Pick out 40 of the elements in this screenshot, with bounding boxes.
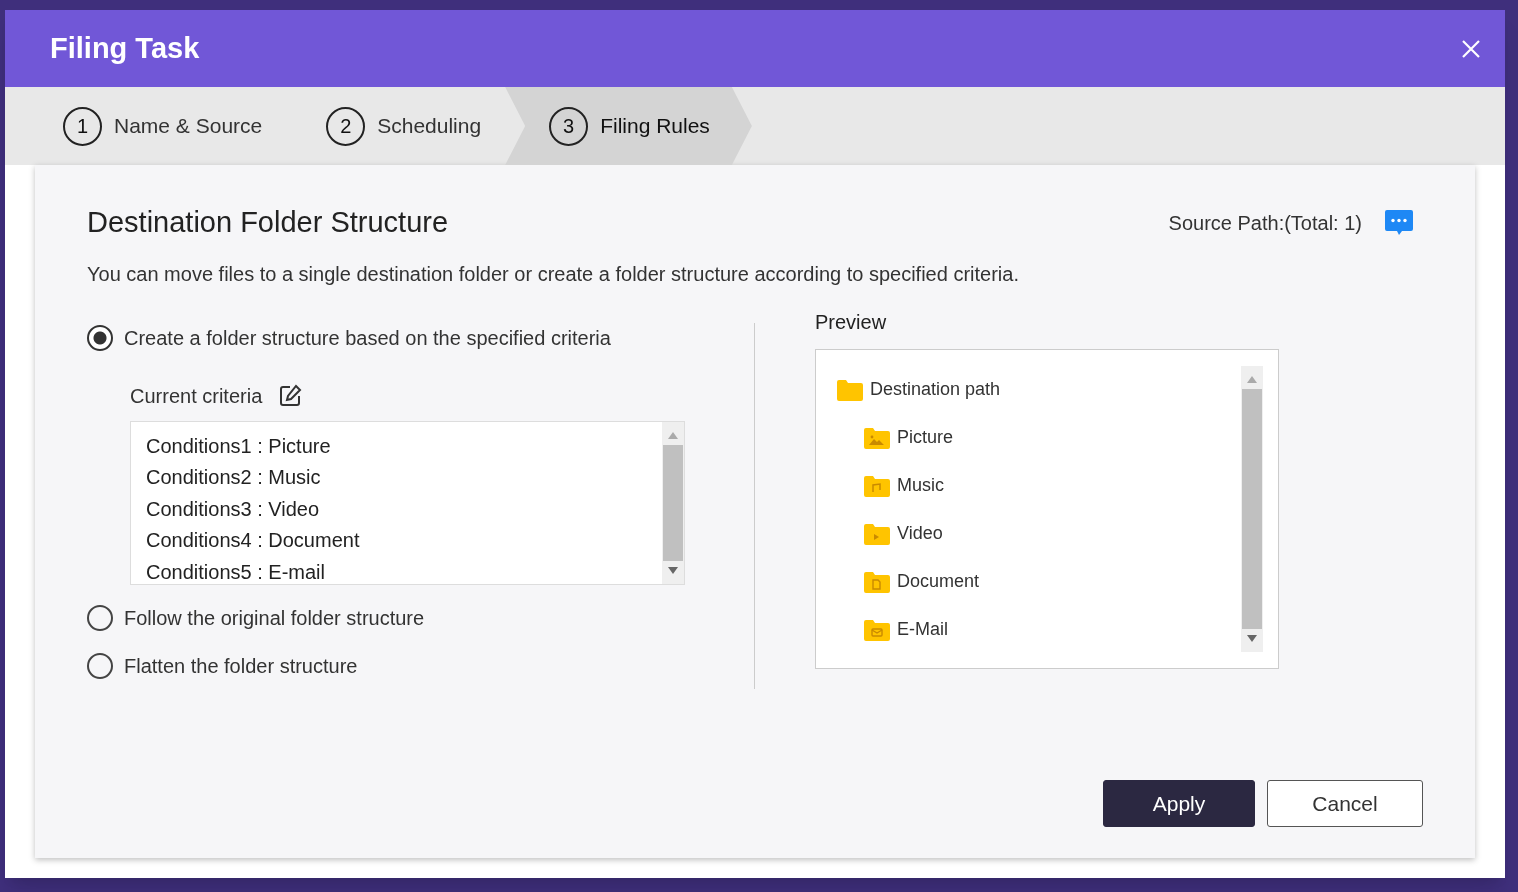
criteria-item: Conditions3 : Video bbox=[146, 496, 321, 522]
criteria-item: Conditions4 : Document bbox=[146, 528, 361, 553]
preview-title: Preview bbox=[815, 310, 887, 333]
message-icon[interactable] bbox=[1384, 208, 1414, 237]
wizard-step[interactable]: 1 Name & Source bbox=[63, 87, 327, 165]
section-heading: Destination Folder Structure bbox=[87, 205, 449, 240]
option-label[interactable]: Flatten the folder structure bbox=[124, 650, 358, 681]
radio-button[interactable] bbox=[87, 324, 113, 351]
criteria-item: Conditions1 : Picture bbox=[146, 433, 332, 459]
video-folder-icon bbox=[863, 521, 891, 546]
scrollbar[interactable] bbox=[662, 421, 684, 584]
picture-folder-icon bbox=[863, 425, 891, 450]
scroll-down-icon[interactable] bbox=[668, 566, 678, 574]
radio-button[interactable] bbox=[87, 604, 113, 631]
tree-item[interactable]: Document bbox=[897, 568, 980, 595]
music-folder-icon bbox=[863, 473, 891, 498]
tree-item[interactable]: Destination path bbox=[870, 376, 1001, 403]
source-path-label: Source Path:(Total: 1) bbox=[1168, 210, 1362, 236]
option-label[interactable]: Follow the original folder structure bbox=[124, 602, 425, 633]
scroll-down-icon[interactable] bbox=[1247, 634, 1257, 642]
apply-button[interactable]: Apply bbox=[1103, 780, 1255, 827]
description-text: You can move files to a single destination folder or create a folder structure according to specified criteria. bbox=[87, 261, 1020, 287]
criteria-item: Conditions5 : E-mail bbox=[146, 559, 326, 585]
option-label[interactable]: Create a folder structure based on the specified criteria bbox=[124, 322, 611, 353]
folder-icon bbox=[836, 377, 864, 402]
window-title: Filing Task bbox=[50, 30, 200, 66]
scrollbar[interactable] bbox=[1241, 365, 1263, 652]
criteria-item: Conditions2 : Music bbox=[146, 465, 322, 490]
tree-item[interactable]: Picture bbox=[897, 424, 954, 451]
wizard-step[interactable]: 3 Filing Rules bbox=[505, 87, 752, 165]
close-icon[interactable] bbox=[1461, 38, 1481, 59]
tree-item[interactable]: E-Mail bbox=[897, 616, 948, 643]
document-folder-icon bbox=[863, 569, 891, 594]
tree-item[interactable]: Music bbox=[897, 472, 944, 499]
edit-icon[interactable] bbox=[278, 383, 303, 408]
email-folder-icon bbox=[863, 617, 891, 642]
radio-button[interactable] bbox=[87, 652, 113, 679]
criteria-label: Current criteria bbox=[130, 383, 263, 409]
tree-item[interactable]: Video bbox=[897, 520, 943, 547]
cancel-button[interactable]: Cancel bbox=[1267, 780, 1423, 827]
